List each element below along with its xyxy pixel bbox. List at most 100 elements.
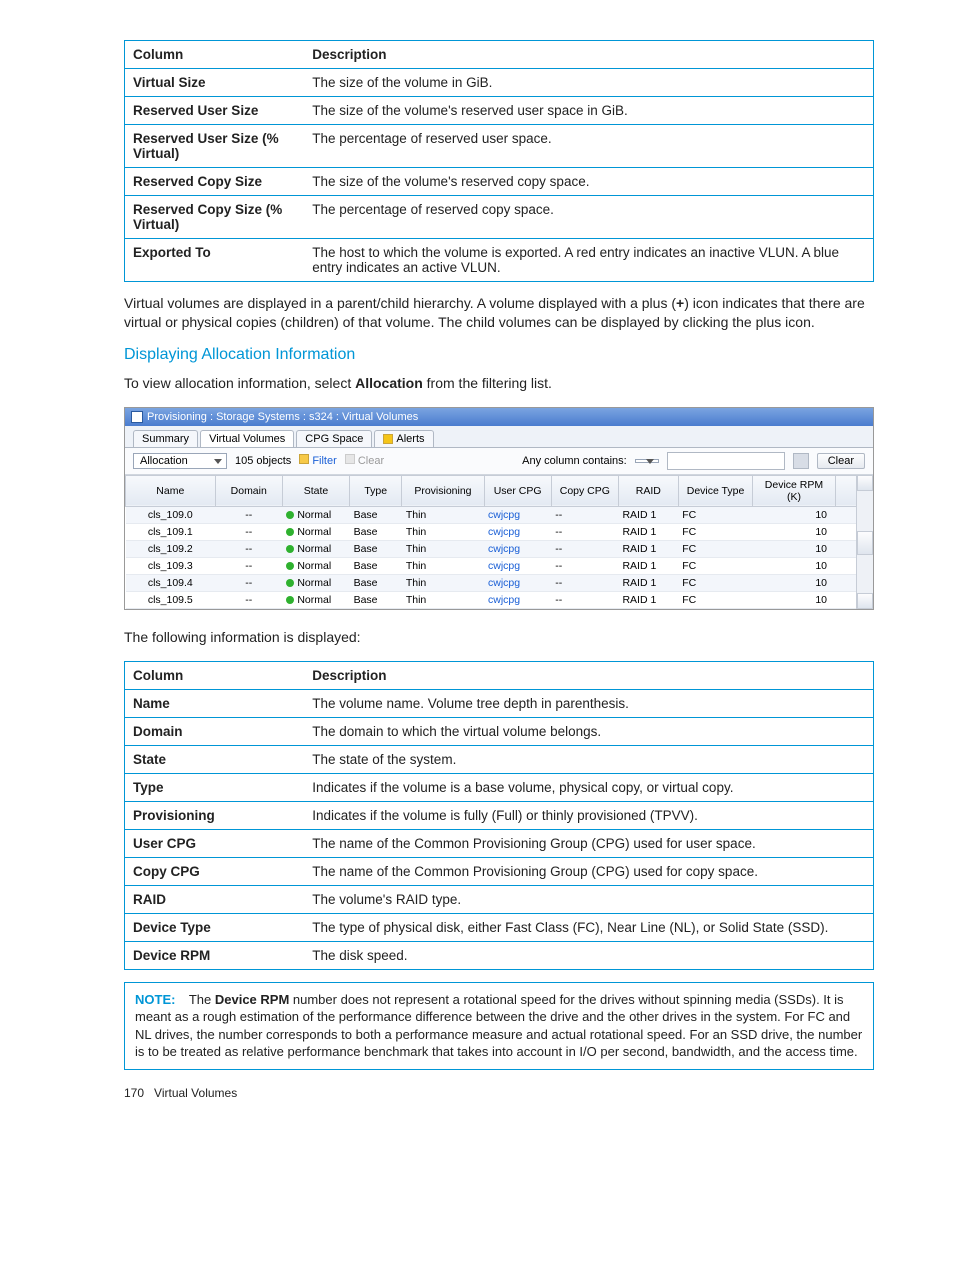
col-desc: The percentage of reserved user space. [304, 125, 873, 168]
column-select[interactable] [635, 459, 659, 463]
filter-icon[interactable]: Filter [299, 454, 337, 467]
clear-filter[interactable]: Clear [345, 454, 384, 467]
col-name: User CPG [125, 829, 305, 857]
col-name: Reserved User Size (% Virtual) [125, 125, 305, 168]
table-row: Copy CPGThe name of the Common Provision… [125, 857, 874, 885]
search-input[interactable] [667, 452, 785, 470]
col-desc: The name of the Common Provisioning Grou… [304, 857, 873, 885]
info-displayed-text: The following information is displayed: [124, 628, 874, 647]
th-description: Description [304, 41, 873, 69]
tab-summary[interactable]: Summary [133, 430, 198, 447]
table-row: StateThe state of the system. [125, 745, 874, 773]
allocation-grid: NameDomainStateTypeProvisioningUser CPGC… [125, 475, 873, 609]
tab-virtual-volumes[interactable]: Virtual Volumes [200, 430, 294, 447]
note-label: NOTE: [135, 992, 175, 1007]
object-count: 105 objects [235, 455, 291, 467]
grid-row[interactable]: cls_109.0--NormalBaseThincwjcpg--RAID 1F… [126, 506, 873, 523]
table-row: RAIDThe volume's RAID type. [125, 885, 874, 913]
col-name: Device Type [125, 913, 305, 941]
window-icon [131, 411, 143, 423]
col-desc: The domain to which the virtual volume b… [304, 717, 873, 745]
filter-toolbar: Allocation 105 objects Filter Clear Any … [125, 448, 873, 475]
table-row: User CPGThe name of the Common Provision… [125, 829, 874, 857]
col-name: Exported To [125, 239, 305, 282]
scroll-up-icon[interactable] [857, 475, 873, 491]
vertical-scrollbar[interactable] [856, 475, 873, 609]
col-desc: The volume name. Volume tree depth in pa… [304, 689, 873, 717]
col-desc: Indicates if the volume is fully (Full) … [304, 801, 873, 829]
table-row: DomainThe domain to which the virtual vo… [125, 717, 874, 745]
col-name: RAID [125, 885, 305, 913]
grid-header[interactable]: RAID [618, 475, 678, 506]
grid-header[interactable]: Provisioning [402, 475, 484, 506]
window-title: Provisioning : Storage Systems : s324 : … [147, 411, 418, 423]
status-dot-icon [286, 511, 294, 519]
table-row: Reserved User SizeThe size of the volume… [125, 97, 874, 125]
grid-row[interactable]: cls_109.3--NormalBaseThincwjcpg--RAID 1F… [126, 557, 873, 574]
table-row: NameThe volume name. Volume tree depth i… [125, 689, 874, 717]
col-name: Reserved Copy Size (% Virtual) [125, 196, 305, 239]
grid-header[interactable]: Domain [215, 475, 282, 506]
col-name: Name [125, 689, 305, 717]
status-dot-icon [286, 528, 294, 536]
grid-header[interactable]: Name [126, 475, 216, 506]
col-desc: The disk speed. [304, 941, 873, 969]
grid-header[interactable]: State [282, 475, 349, 506]
col-name: Virtual Size [125, 69, 305, 97]
col-name: State [125, 745, 305, 773]
section-heading-allocation: Displaying Allocation Information [124, 346, 874, 364]
col-desc: The size of the volume in GiB. [304, 69, 873, 97]
grid-header[interactable]: Device Type [678, 475, 753, 506]
table-row: Reserved User Size (% Virtual)The percen… [125, 125, 874, 168]
column-description-table-2: Column Description NameThe volume name. … [124, 661, 874, 970]
status-dot-icon [286, 596, 294, 604]
allocation-screenshot: Provisioning : Storage Systems : s324 : … [124, 407, 874, 610]
table-row: Reserved Copy Size (% Virtual)The percen… [125, 196, 874, 239]
page-number: 170 [124, 1086, 144, 1100]
col-desc: The type of physical disk, either Fast C… [304, 913, 873, 941]
clear-button[interactable]: Clear [817, 453, 865, 469]
grid-row[interactable]: cls_109.1--NormalBaseThincwjcpg--RAID 1F… [126, 523, 873, 540]
grid-row[interactable]: cls_109.2--NormalBaseThincwjcpg--RAID 1F… [126, 540, 873, 557]
col-desc: The percentage of reserved copy space. [304, 196, 873, 239]
grid-header[interactable]: Type [350, 475, 402, 506]
scroll-thumb[interactable] [857, 531, 873, 555]
table-row: Virtual SizeThe size of the volume in Gi… [125, 69, 874, 97]
table-row: TypeIndicates if the volume is a base vo… [125, 773, 874, 801]
search-icon[interactable] [793, 453, 809, 469]
scroll-down-icon[interactable] [857, 593, 873, 609]
note-box: NOTE: The Device RPM number does not rep… [124, 982, 874, 1070]
th-description: Description [304, 661, 873, 689]
allocation-instruction: To view allocation information, select A… [124, 374, 874, 393]
col-name: Reserved Copy Size [125, 168, 305, 196]
tab-strip: SummaryVirtual VolumesCPG SpaceAlerts [125, 426, 873, 448]
any-column-label: Any column contains: [522, 455, 627, 467]
table-row: ProvisioningIndicates if the volume is f… [125, 801, 874, 829]
tab-cpg-space[interactable]: CPG Space [296, 430, 372, 447]
page-footer: 170 Virtual Volumes [124, 1070, 874, 1100]
grid-row[interactable]: cls_109.4--NormalBaseThincwjcpg--RAID 1F… [126, 574, 873, 591]
col-name: Domain [125, 717, 305, 745]
col-name: Reserved User Size [125, 97, 305, 125]
table-row: Exported ToThe host to which the volume … [125, 239, 874, 282]
col-name: Copy CPG [125, 857, 305, 885]
col-name: Device RPM [125, 941, 305, 969]
status-dot-icon [286, 562, 294, 570]
tab-alerts[interactable]: Alerts [374, 430, 433, 447]
col-desc: The volume's RAID type. [304, 885, 873, 913]
grid-header[interactable]: Device RPM (K) [753, 475, 835, 506]
alert-icon [383, 434, 393, 444]
col-name: Type [125, 773, 305, 801]
view-select[interactable]: Allocation [133, 453, 227, 469]
col-desc: The size of the volume's reserved copy s… [304, 168, 873, 196]
col-desc: The name of the Common Provisioning Grou… [304, 829, 873, 857]
table-row: Device RPMThe disk speed. [125, 941, 874, 969]
column-description-table-1: Column Description Virtual SizeThe size … [124, 40, 874, 282]
col-desc: Indicates if the volume is a base volume… [304, 773, 873, 801]
grid-header[interactable]: User CPG [484, 475, 551, 506]
col-name: Provisioning [125, 801, 305, 829]
th-column: Column [125, 41, 305, 69]
grid-header[interactable]: Copy CPG [551, 475, 618, 506]
grid-row[interactable]: cls_109.5--NormalBaseThincwjcpg--RAID 1F… [126, 591, 873, 608]
status-dot-icon [286, 545, 294, 553]
